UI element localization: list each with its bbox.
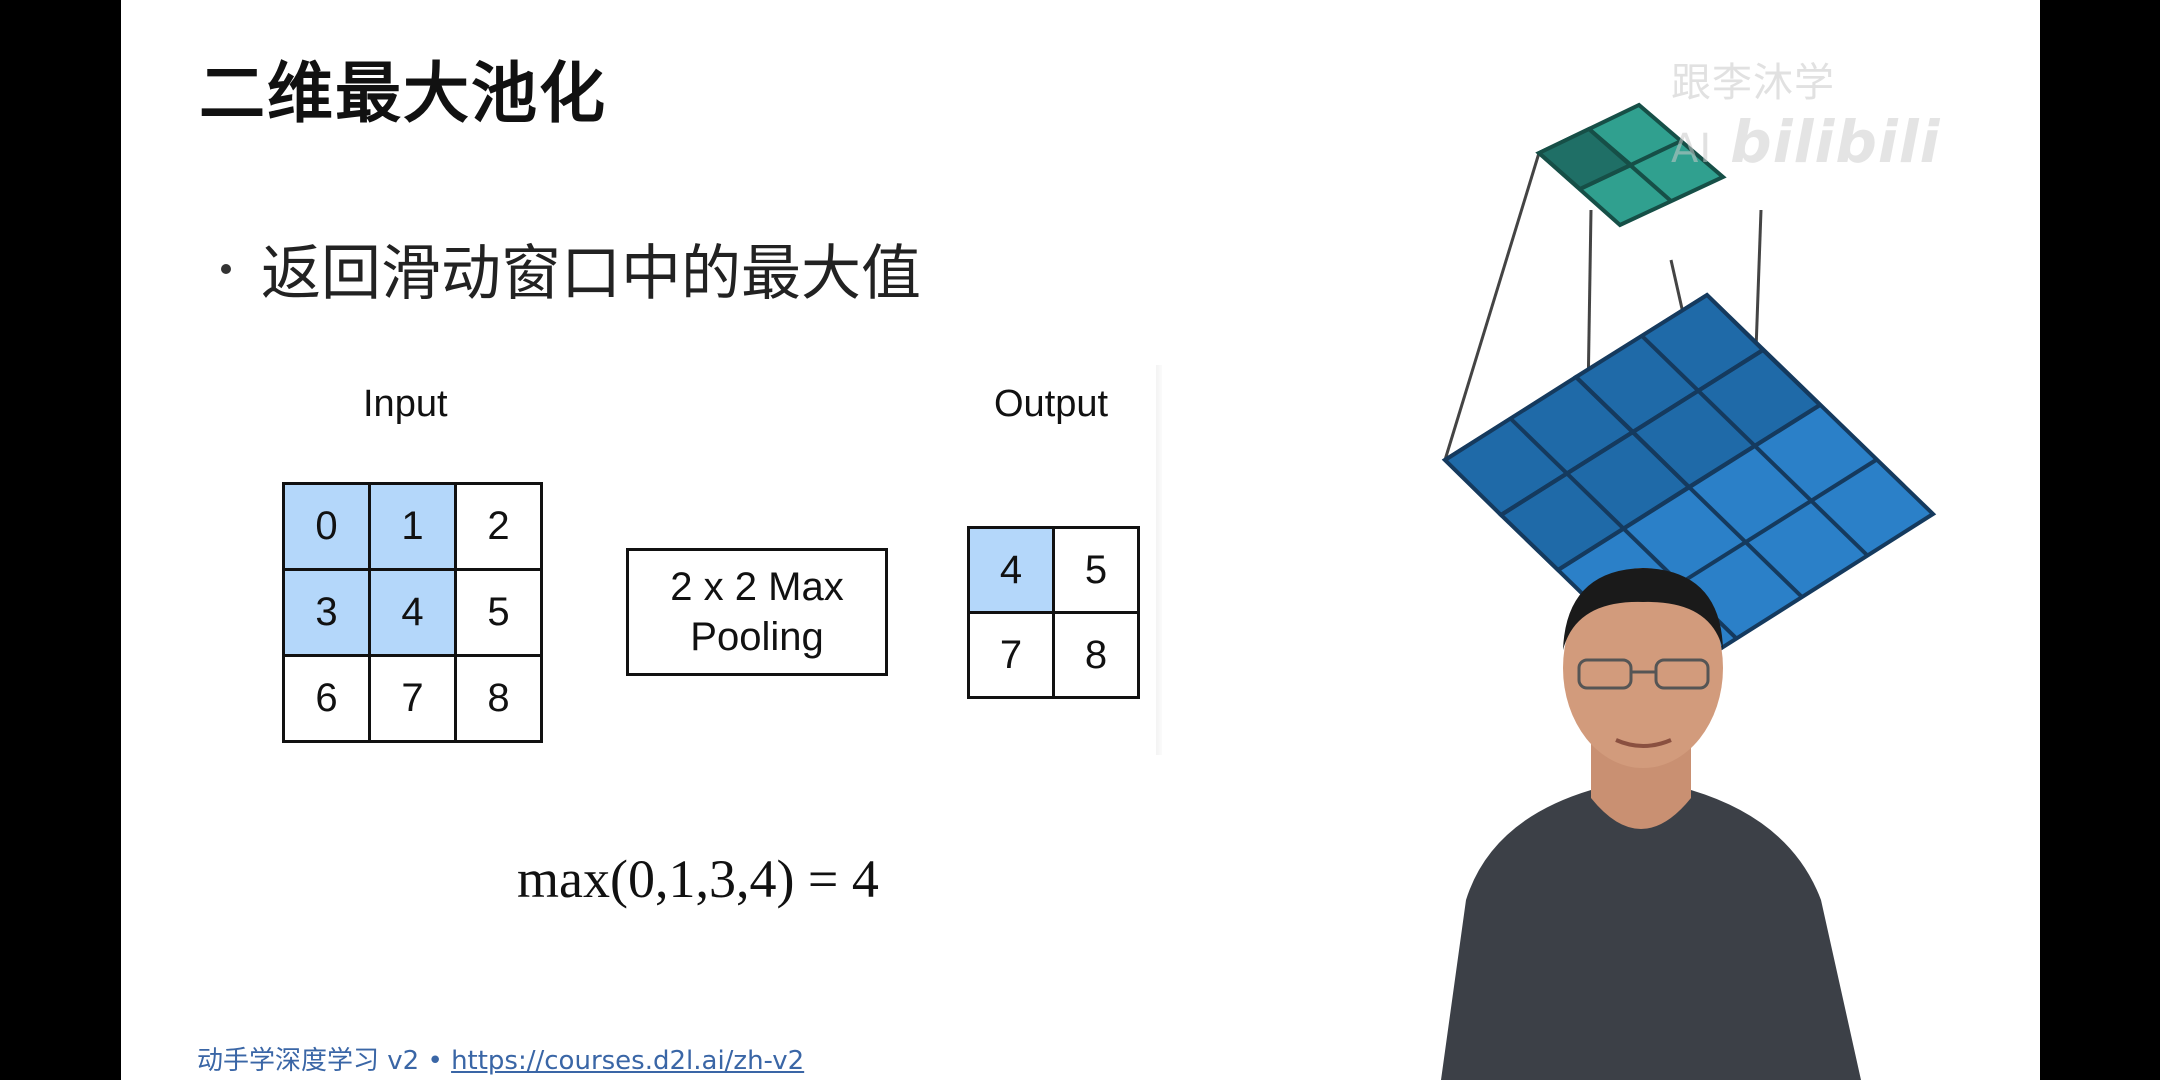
bullet-text: 返回滑动窗口中的最大值 bbox=[261, 239, 921, 309]
pool-label-line2: Pooling bbox=[690, 615, 824, 659]
output-cell: 8 bbox=[1052, 611, 1140, 699]
input-cell: 4 bbox=[368, 568, 457, 657]
input-grid: 0 1 2 3 4 5 6 7 8 bbox=[282, 482, 543, 743]
max-pooling-box: 2 x 2 Max Pooling bbox=[626, 548, 888, 676]
bilibili-logo: bilibili bbox=[1730, 108, 1941, 176]
input-cell: 6 bbox=[282, 654, 371, 743]
output-cell: 7 bbox=[967, 611, 1055, 699]
max-formula: max(0,1,3,4) = 4 bbox=[517, 849, 879, 909]
bullet-item: 返回滑动窗口中的最大值 bbox=[221, 225, 921, 312]
input-cell: 2 bbox=[454, 482, 543, 571]
input-cell: 8 bbox=[454, 654, 543, 743]
divider bbox=[1156, 365, 1162, 755]
presenter-video bbox=[1441, 568, 1861, 1080]
output-grid: 4 5 7 8 bbox=[967, 526, 1140, 699]
slide-title: 二维最大池化 bbox=[199, 55, 607, 132]
input-cell: 5 bbox=[454, 568, 543, 657]
output-caption: Output bbox=[994, 383, 1109, 425]
lecture-slide: 二维最大池化 返回滑动窗口中的最大值 Input Output 0 1 2 3 … bbox=[121, 0, 2040, 1080]
input-cell: 0 bbox=[282, 482, 371, 571]
input-cell: 1 bbox=[368, 482, 457, 571]
watermark: 跟李沐学AI bilibili bbox=[1671, 50, 2040, 176]
presenter-shirt bbox=[1441, 790, 1861, 1080]
input-cell: 3 bbox=[282, 568, 371, 657]
input-caption: Input bbox=[363, 383, 448, 425]
course-link[interactable]: https://courses.d2l.ai/zh-v2 bbox=[451, 1046, 804, 1076]
video-frame: 二维最大池化 返回滑动窗口中的最大值 Input Output 0 1 2 3 … bbox=[0, 0, 2160, 1080]
pool-label-line1: 2 x 2 Max bbox=[670, 565, 844, 609]
output-cell: 5 bbox=[1052, 526, 1140, 614]
footer-text: 动手学深度学习 v2 • bbox=[197, 1046, 452, 1076]
slide-footer: 动手学深度学习 v2 • https://courses.d2l.ai/zh-v… bbox=[197, 1040, 804, 1077]
input-cell: 7 bbox=[368, 654, 457, 743]
bullet-dot-icon bbox=[221, 264, 231, 275]
output-cell: 4 bbox=[967, 526, 1055, 614]
